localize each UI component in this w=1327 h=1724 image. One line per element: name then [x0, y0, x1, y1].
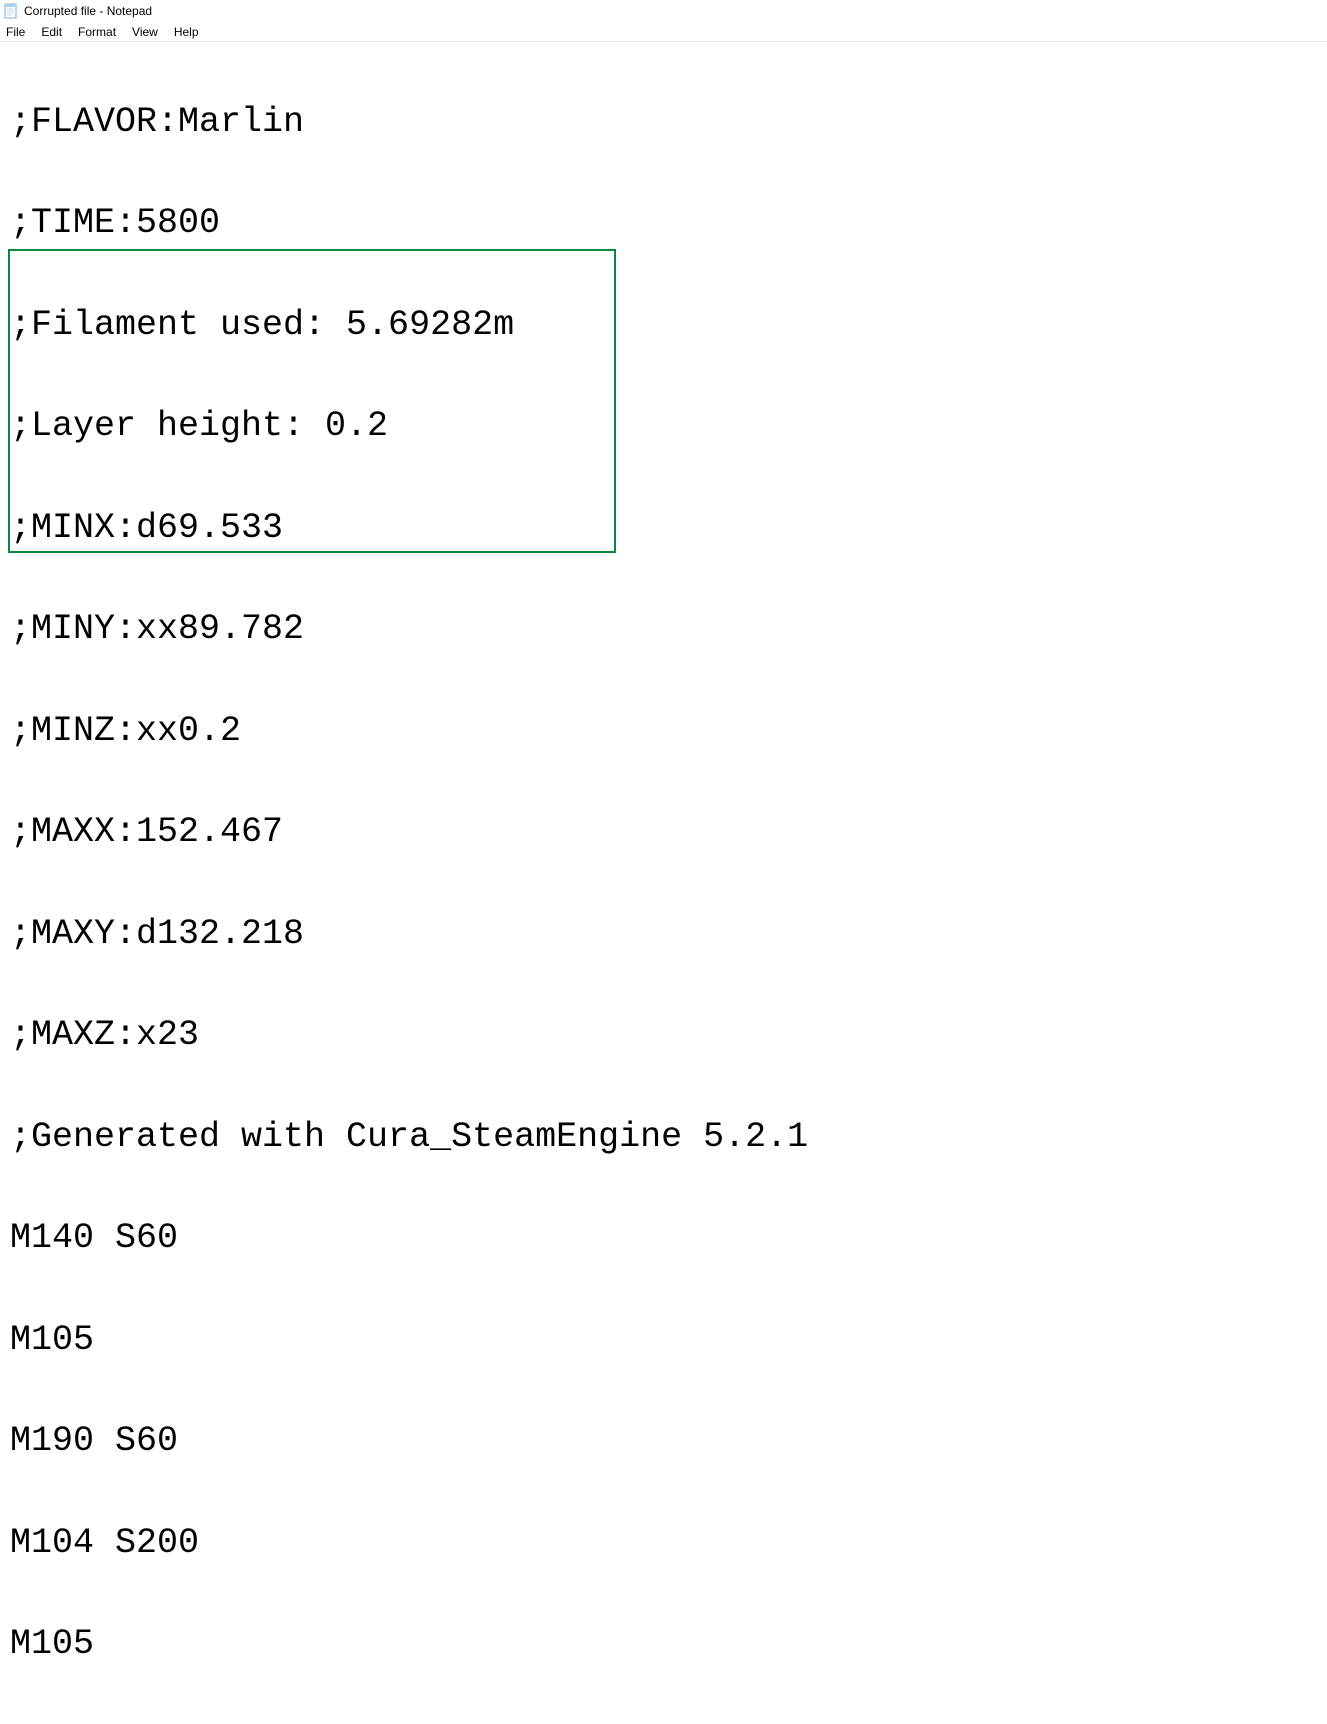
- menu-bar: File Edit Format View Help: [0, 22, 1327, 42]
- text-line: ;MINZ:xx0.2: [10, 706, 1317, 757]
- menu-edit[interactable]: Edit: [33, 23, 70, 41]
- text-line: ;MAXZ:x23: [10, 1010, 1317, 1061]
- text-line: M104 S200: [10, 1518, 1317, 1569]
- menu-view[interactable]: View: [124, 23, 166, 41]
- title-bar: Corrupted file - Notepad: [0, 0, 1327, 22]
- text-line: M140 S60: [10, 1213, 1317, 1264]
- text-line: ;MAXX:152.467: [10, 807, 1317, 858]
- menu-help[interactable]: Help: [166, 23, 207, 41]
- notepad-icon: [3, 3, 19, 19]
- text-line: M105: [10, 1619, 1317, 1670]
- text-line: M105: [10, 1315, 1317, 1366]
- text-line: ;MAXY:d132.218: [10, 909, 1317, 960]
- text-editor-content[interactable]: ;FLAVOR:Marlin ;TIME:5800 ;Filament used…: [0, 42, 1327, 1724]
- text-line: M190 S60: [10, 1416, 1317, 1467]
- text-line: ;Layer height: 0.2: [10, 401, 1317, 452]
- text-line: ;MINX:d69.533: [10, 503, 1317, 554]
- menu-format[interactable]: Format: [70, 23, 124, 41]
- window-title: Corrupted file - Notepad: [24, 4, 152, 18]
- text-line: ;Filament used: 5.69282m: [10, 300, 1317, 351]
- text-line: ;TIME:5800: [10, 198, 1317, 249]
- text-line: ;MINY:xx89.782: [10, 604, 1317, 655]
- text-line: ;Generated with Cura_SteamEngine 5.2.1: [10, 1112, 1317, 1163]
- menu-file[interactable]: File: [3, 23, 33, 41]
- text-line: ;FLAVOR:Marlin: [10, 97, 1317, 148]
